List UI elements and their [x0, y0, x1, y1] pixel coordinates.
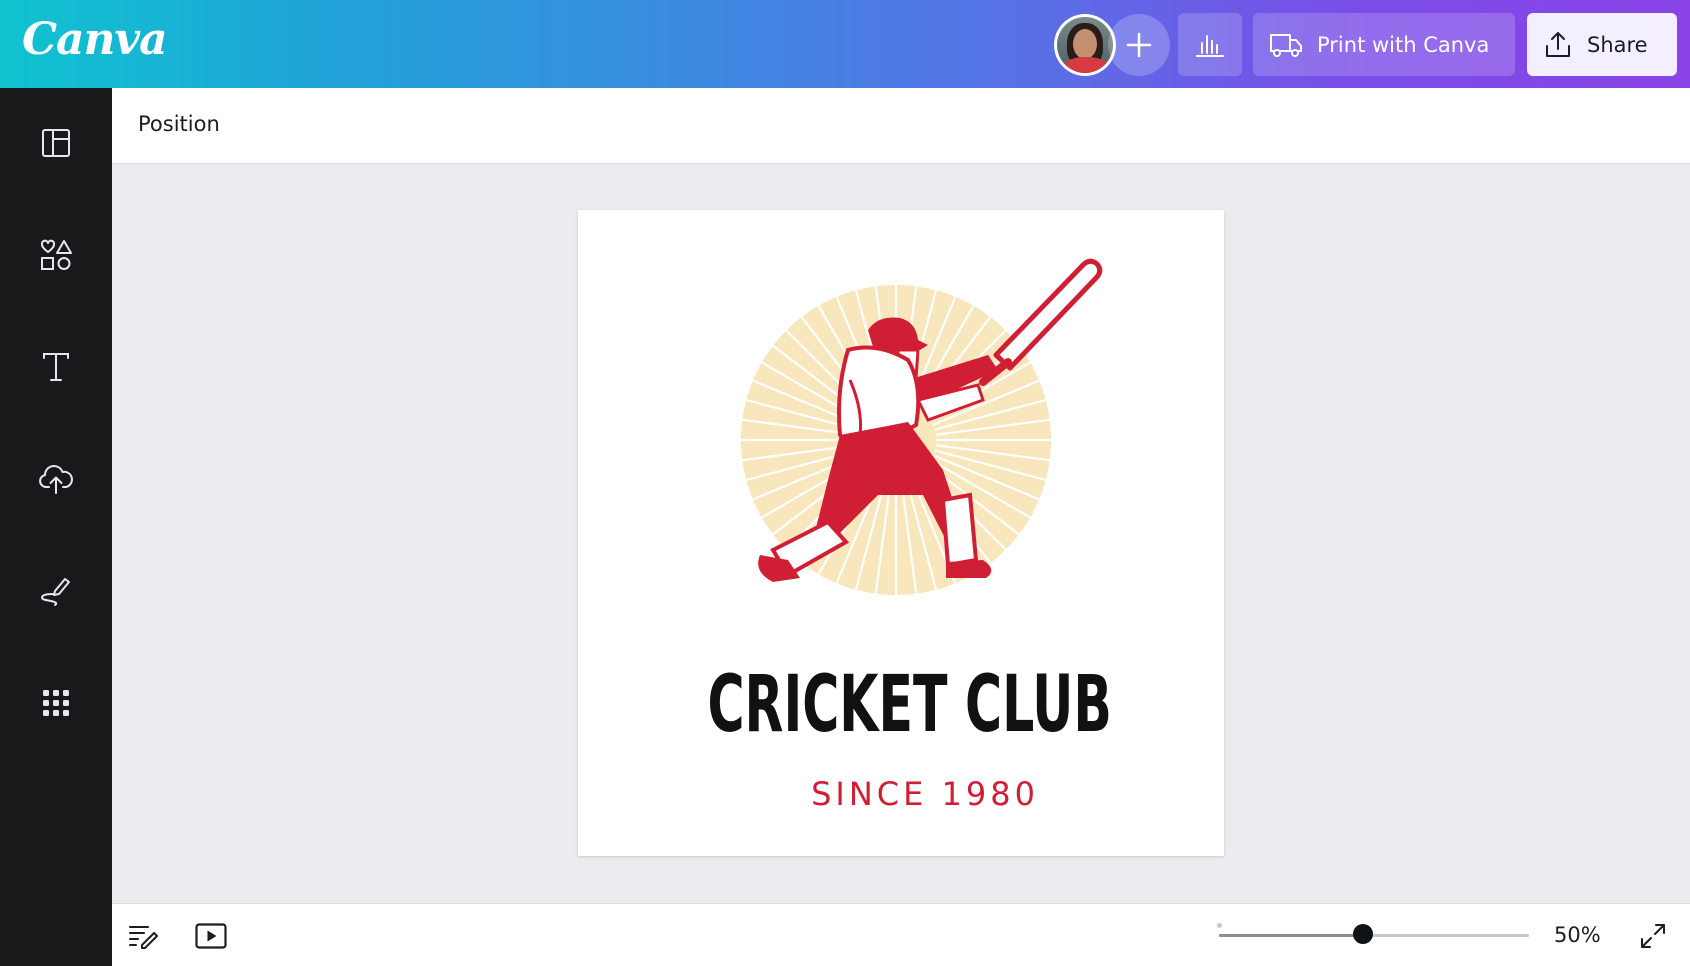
print-label: Print with Canva	[1317, 32, 1490, 57]
design-subtitle[interactable]: SINCE 1980	[602, 775, 1248, 813]
avatar-face	[1073, 29, 1097, 59]
expand-icon	[1641, 924, 1665, 948]
zoom-slider-fill	[1219, 934, 1364, 937]
upload-cloud-icon	[39, 464, 73, 494]
sidebar-item-elements[interactable]	[0, 220, 112, 290]
present-button[interactable]	[194, 919, 228, 953]
delivery-truck-icon	[1270, 33, 1302, 57]
sidebar-item-design[interactable]	[0, 108, 112, 178]
left-sidebar	[0, 88, 112, 966]
text-icon	[43, 353, 69, 381]
avatar-shirt	[1063, 57, 1109, 73]
insights-button[interactable]	[1178, 13, 1242, 76]
cricket-bat	[979, 258, 1103, 386]
zoom-slider-track[interactable]	[1219, 934, 1529, 937]
zoom-slider-thumb[interactable]	[1353, 924, 1374, 944]
position-button[interactable]: Position	[138, 112, 220, 136]
share-button[interactable]: Share	[1527, 13, 1677, 76]
layout-template-icon	[42, 129, 70, 157]
bottom-bar: 50%	[112, 903, 1690, 966]
notes-pencil-icon	[129, 926, 158, 949]
sidebar-item-uploads[interactable]	[0, 444, 112, 514]
print-with-canva-button[interactable]: Print with Canva	[1253, 13, 1515, 76]
zoom-slider-start-dot	[1217, 923, 1222, 928]
elements-shapes-icon	[40, 239, 72, 270]
design-page[interactable]: CRICKET CLUB SINCE 1980	[578, 210, 1224, 856]
add-collaborator-button[interactable]	[1108, 14, 1170, 76]
sidebar-item-apps[interactable]	[0, 668, 112, 738]
share-upload-icon	[1546, 31, 1570, 57]
notes-button[interactable]	[126, 919, 160, 953]
context-toolbar: Position	[112, 88, 1690, 164]
cricket-player-illustration[interactable]	[578, 210, 1224, 856]
draw-pen-icon	[40, 578, 70, 606]
share-label: Share	[1587, 32, 1648, 57]
bar-chart-icon	[1196, 34, 1224, 57]
fullscreen-button[interactable]	[1636, 919, 1670, 953]
avatar-photo	[1057, 17, 1113, 73]
zoom-percentage[interactable]: 50%	[1554, 923, 1601, 947]
sidebar-item-text[interactable]	[0, 332, 112, 402]
plus-icon	[1126, 32, 1152, 58]
sidebar-item-draw[interactable]	[0, 556, 112, 626]
design-title[interactable]: CRICKET CLUB	[668, 660, 1133, 750]
play-presentation-icon	[195, 923, 227, 949]
user-avatar[interactable]	[1054, 14, 1116, 76]
canva-logo[interactable]: Canva	[22, 14, 168, 65]
top-header: Canva Print with Canva Share	[0, 0, 1690, 88]
collaborators	[1054, 14, 1170, 76]
apps-grid-icon	[43, 690, 69, 716]
